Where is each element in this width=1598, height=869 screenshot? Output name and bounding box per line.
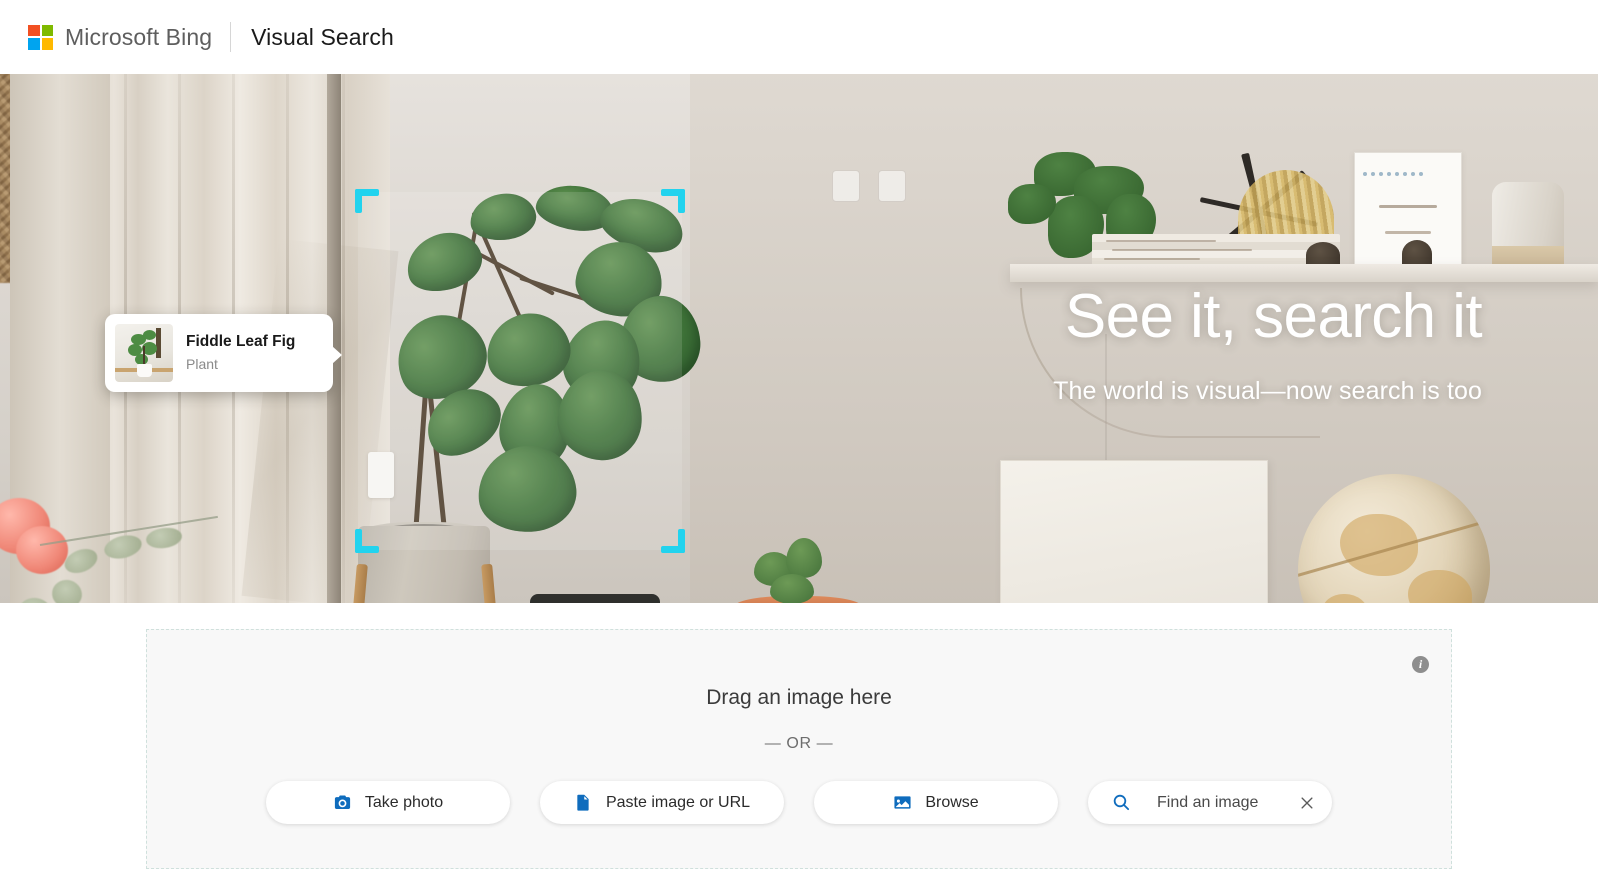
logo-square-green [41, 24, 53, 36]
wall-outlet [832, 170, 860, 202]
logo-square-red [28, 24, 40, 36]
image-icon [894, 796, 911, 809]
logo-square-yellow [41, 38, 53, 50]
paste-image-or-url-button[interactable]: Paste image or URL [540, 781, 784, 824]
small-plant-leaf [770, 574, 814, 603]
document-icon [577, 794, 589, 811]
object-selection-box[interactable] [355, 189, 685, 553]
search-icon [1113, 794, 1130, 811]
selection-corner-bottom-right[interactable] [661, 529, 685, 553]
product-name: Visual Search [251, 23, 394, 50]
hero-banner: Fiddle Leaf Fig Plant See it, search it … [0, 74, 1598, 603]
small-plant-leaf [786, 538, 822, 578]
close-icon[interactable] [1298, 794, 1316, 812]
brand-name[interactable]: Microsoft Bing [65, 24, 212, 51]
info-icon[interactable]: i [1412, 656, 1429, 673]
detected-object-card[interactable]: Fiddle Leaf Fig Plant [105, 314, 342, 392]
dropzone-title: Drag an image here [706, 686, 892, 709]
hero-subtitle: The world is visual—now search is too [1053, 377, 1482, 406]
microsoft-logo[interactable] [28, 24, 53, 50]
selection-corner-top-right[interactable] [661, 189, 685, 213]
take-photo-button[interactable]: Take photo [266, 781, 510, 824]
leaning-canvas [1000, 460, 1268, 603]
wall-outlet [878, 170, 906, 202]
detected-object-thumbnail [115, 324, 173, 382]
detected-object-title: Fiddle Leaf Fig [186, 332, 296, 350]
app-header: Microsoft Bing Visual Search [0, 0, 1598, 74]
find-an-image-input[interactable] [1157, 793, 1292, 812]
pink-flower [16, 526, 68, 574]
stacked-books [1092, 234, 1340, 266]
dropzone-or-divider: — OR — [764, 735, 834, 752]
find-an-image-field[interactable] [1088, 781, 1332, 824]
logo-square-blue [28, 38, 40, 50]
header-divider [230, 22, 232, 52]
camera-icon [334, 795, 350, 809]
detected-object-category: Plant [186, 356, 218, 373]
wall-shelf [1010, 264, 1598, 282]
take-photo-label: Take photo [364, 793, 444, 811]
selection-corner-bottom-left[interactable] [355, 529, 379, 553]
dropzone-section: i Drag an image here — OR — Take photo P… [0, 603, 1598, 869]
hero-title: See it, search it [1064, 282, 1483, 351]
hero-copy: See it, search it The world is visual—no… [1053, 284, 1482, 406]
browse-label: Browse [925, 793, 979, 811]
image-dropzone[interactable]: i Drag an image here — OR — Take photo P… [146, 629, 1452, 869]
browse-button[interactable]: Browse [814, 781, 1058, 824]
dropzone-actions: Take photo Paste image or URL Browse [147, 781, 1451, 824]
paste-image-or-url-label: Paste image or URL [605, 793, 751, 811]
black-basket [530, 594, 660, 603]
selection-corner-top-left[interactable] [355, 189, 379, 213]
